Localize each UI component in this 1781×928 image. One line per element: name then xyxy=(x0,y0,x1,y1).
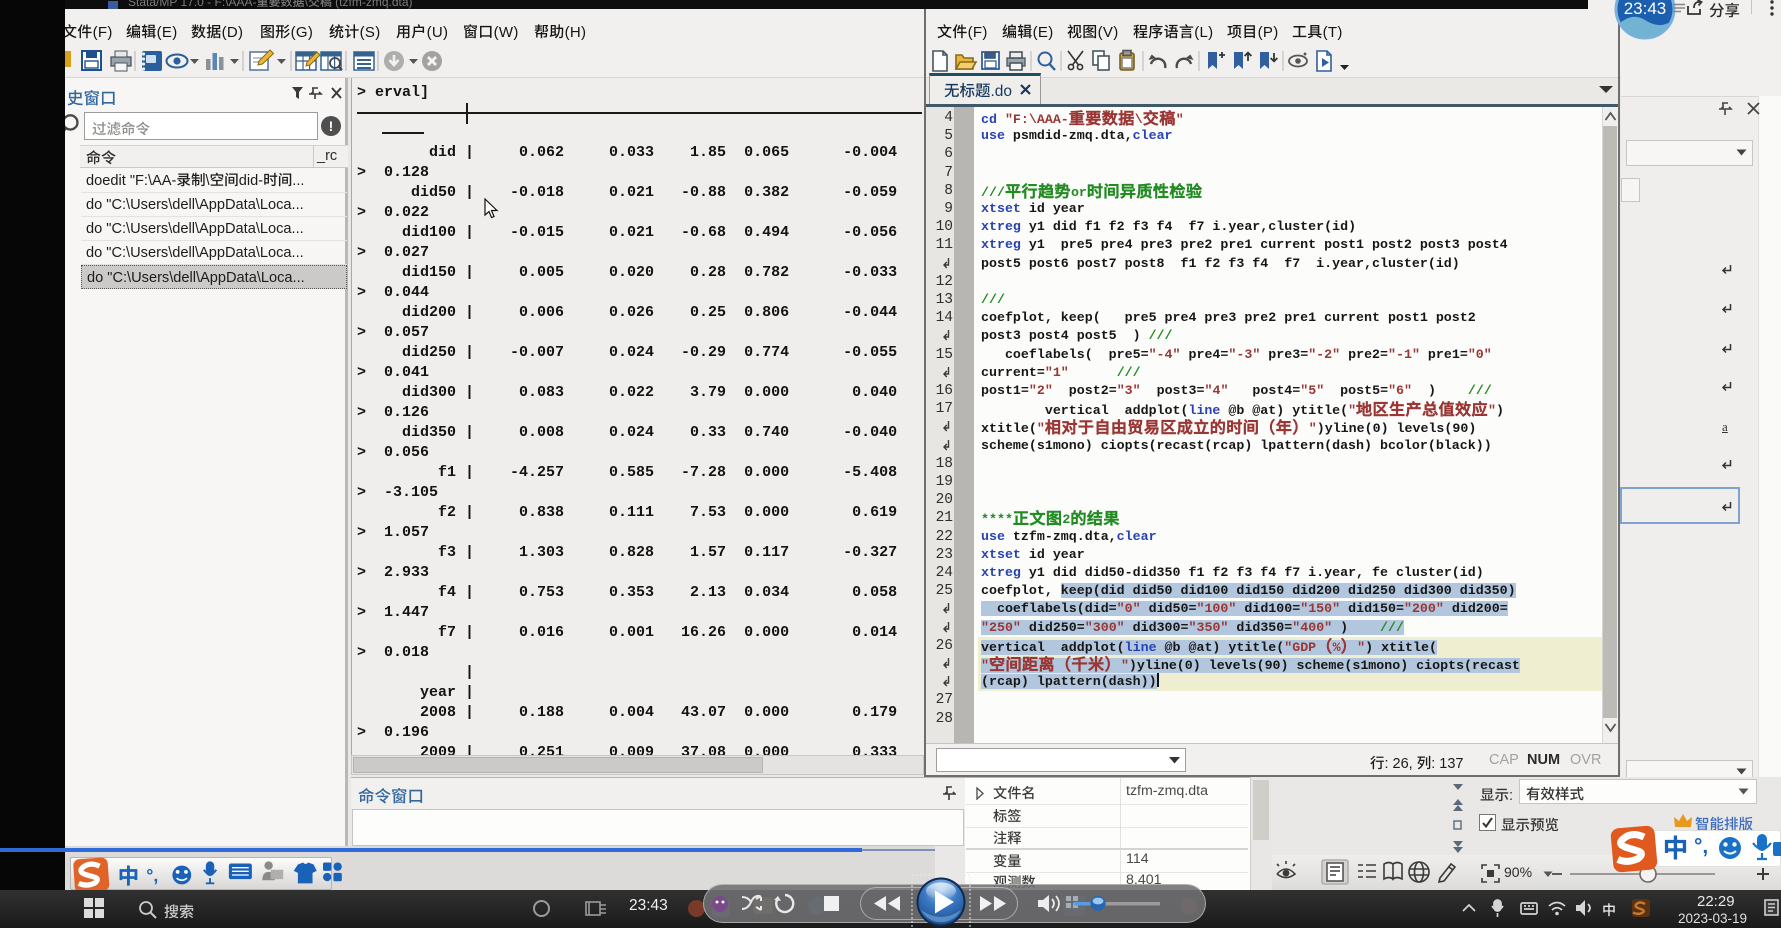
svg-text:中: 中 xyxy=(118,860,139,890)
svg-text:°,: °, xyxy=(1694,835,1708,858)
svg-text:23:43: 23:43 xyxy=(1624,0,1667,18)
svg-text:中: 中 xyxy=(1602,900,1616,920)
svg-text:°,: °, xyxy=(146,865,158,885)
svg-text:中: 中 xyxy=(1663,829,1688,865)
